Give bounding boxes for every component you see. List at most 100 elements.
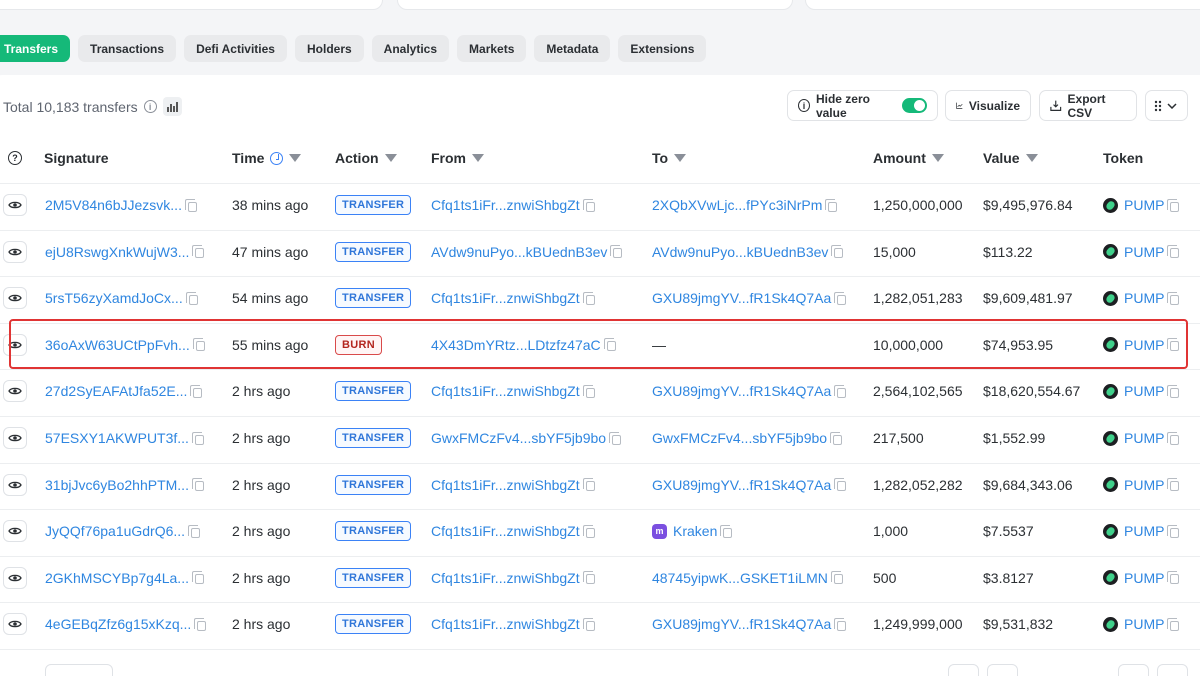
- copy-icon[interactable]: [582, 571, 595, 585]
- signature-link[interactable]: 2GKhMSCYBp7g4La...: [45, 570, 189, 586]
- export-csv-button[interactable]: Export CSV: [1039, 90, 1137, 121]
- tab-transactions[interactable]: Transactions: [78, 35, 177, 62]
- copy-icon[interactable]: [825, 198, 838, 212]
- copy-icon[interactable]: [191, 431, 204, 445]
- view-details-button[interactable]: [3, 613, 27, 636]
- to-address-link[interactable]: 48745yipwK...GSKET1iLMN: [652, 570, 828, 586]
- signature-link[interactable]: ejU8RswgXnkWujW3...: [45, 244, 189, 260]
- view-details-button[interactable]: [3, 194, 27, 216]
- copy-icon[interactable]: [582, 198, 595, 212]
- view-details-button[interactable]: [3, 240, 27, 263]
- to-address-link[interactable]: GXU89jmgYV...fR1Sk4Q7Aa: [652, 383, 831, 399]
- from-address-link[interactable]: Cfq1ts1iFr...znwiShbgZt: [431, 523, 580, 539]
- tab-defi-activities[interactable]: Defi Activities: [184, 35, 287, 62]
- filter-icon[interactable]: [289, 154, 302, 162]
- copy-icon[interactable]: [609, 431, 622, 445]
- copy-icon[interactable]: [190, 384, 203, 398]
- from-address-link[interactable]: Cfq1ts1iFr...znwiShbgZt: [431, 197, 580, 213]
- copy-icon[interactable]: [191, 571, 204, 585]
- clock-icon[interactable]: [270, 151, 284, 165]
- copy-icon[interactable]: [191, 478, 204, 492]
- copy-icon[interactable]: [720, 524, 733, 538]
- view-details-button[interactable]: [3, 566, 27, 589]
- more-options-button[interactable]: [1145, 90, 1188, 121]
- token-link[interactable]: PUMP: [1124, 616, 1164, 632]
- to-address-link[interactable]: 2XQbXVwLjc...fPYc3iNrPm: [652, 197, 822, 213]
- to-address-link[interactable]: AVdw9nuPyo...kBUednB3ev: [652, 244, 828, 260]
- from-address-link[interactable]: Cfq1ts1iFr...znwiShbgZt: [431, 290, 580, 306]
- page-size-select[interactable]: [45, 664, 113, 676]
- copy-icon[interactable]: [582, 617, 595, 631]
- pagination-next[interactable]: [1118, 664, 1149, 676]
- from-address-link[interactable]: GwxFMCzFv4...sbYF5jb9bo: [431, 430, 606, 446]
- visualize-button[interactable]: Visualize: [945, 90, 1031, 121]
- token-link[interactable]: PUMP: [1124, 570, 1164, 586]
- token-link[interactable]: PUMP: [1124, 244, 1164, 260]
- copy-icon[interactable]: [185, 291, 198, 305]
- copy-icon[interactable]: [1167, 617, 1180, 631]
- signature-link[interactable]: 2M5V84n6bJJezsvk...: [45, 197, 182, 213]
- copy-icon[interactable]: [184, 198, 197, 212]
- signature-link[interactable]: 5rsT56zyXamdJoCx...: [45, 290, 183, 306]
- view-details-button[interactable]: [3, 380, 27, 403]
- pagination-first[interactable]: [948, 664, 979, 676]
- from-address-link[interactable]: Cfq1ts1iFr...znwiShbgZt: [431, 383, 580, 399]
- tab-markets[interactable]: Markets: [457, 35, 527, 62]
- to-address-link[interactable]: GXU89jmgYV...fR1Sk4Q7Aa: [652, 290, 831, 306]
- filter-icon[interactable]: [674, 154, 687, 162]
- copy-icon[interactable]: [1167, 245, 1180, 259]
- copy-icon[interactable]: [582, 478, 595, 492]
- copy-icon[interactable]: [834, 478, 847, 492]
- copy-icon[interactable]: [1167, 384, 1180, 398]
- copy-icon[interactable]: [1167, 431, 1180, 445]
- tab-metadata[interactable]: Metadata: [534, 35, 611, 62]
- copy-icon[interactable]: [194, 617, 207, 631]
- copy-icon[interactable]: [1167, 478, 1180, 492]
- token-link[interactable]: PUMP: [1124, 290, 1164, 306]
- filter-icon[interactable]: [931, 154, 944, 162]
- signature-link[interactable]: 4eGEBqZfz6g15xKzq...: [45, 616, 191, 632]
- token-link[interactable]: PUMP: [1124, 477, 1164, 493]
- view-details-button[interactable]: [3, 473, 27, 496]
- copy-icon[interactable]: [192, 245, 205, 259]
- view-details-button[interactable]: [3, 520, 27, 543]
- copy-icon[interactable]: [582, 384, 595, 398]
- copy-icon[interactable]: [610, 245, 623, 259]
- copy-icon[interactable]: [830, 571, 843, 585]
- copy-icon[interactable]: [1167, 198, 1180, 212]
- copy-icon[interactable]: [1167, 291, 1180, 305]
- copy-icon[interactable]: [834, 384, 847, 398]
- signature-link[interactable]: 27d2SyEAFAtJfa52E...: [45, 383, 187, 399]
- info-icon[interactable]: i: [143, 100, 157, 113]
- tab-analytics[interactable]: Analytics: [371, 35, 450, 62]
- to-address-link[interactable]: GXU89jmgYV...fR1Sk4Q7Aa: [652, 477, 831, 493]
- tab-transfers[interactable]: Transfers: [0, 35, 71, 62]
- view-details-button[interactable]: [3, 427, 27, 449]
- toggle-switch[interactable]: [901, 98, 927, 113]
- pagination-last[interactable]: [1157, 664, 1188, 676]
- token-link[interactable]: PUMP: [1124, 523, 1164, 539]
- from-address-link[interactable]: AVdw9nuPyo...kBUednB3ev: [431, 244, 607, 260]
- to-address-link[interactable]: GXU89jmgYV...fR1Sk4Q7Aa: [652, 616, 831, 632]
- from-address-link[interactable]: Cfq1ts1iFr...znwiShbgZt: [431, 477, 580, 493]
- filter-icon[interactable]: [384, 154, 397, 162]
- from-address-link[interactable]: Cfq1ts1iFr...znwiShbgZt: [431, 616, 580, 632]
- copy-icon[interactable]: [834, 617, 847, 631]
- copy-icon[interactable]: [831, 245, 844, 259]
- copy-icon[interactable]: [582, 524, 595, 538]
- to-address-link[interactable]: GwxFMCzFv4...sbYF5jb9bo: [652, 430, 827, 446]
- token-link[interactable]: PUMP: [1124, 430, 1164, 446]
- copy-icon[interactable]: [188, 524, 201, 538]
- hide-zero-value-toggle[interactable]: i Hide zero value: [787, 90, 938, 121]
- filter-icon[interactable]: [472, 154, 484, 162]
- from-address-link[interactable]: Cfq1ts1iFr...znwiShbgZt: [431, 570, 580, 586]
- token-link[interactable]: PUMP: [1124, 383, 1164, 399]
- copy-icon[interactable]: [1167, 524, 1180, 538]
- help-icon[interactable]: ?: [8, 151, 22, 165]
- token-link[interactable]: PUMP: [1124, 197, 1164, 213]
- mini-chart-icon[interactable]: [162, 97, 182, 116]
- copy-icon[interactable]: [834, 291, 847, 305]
- view-details-button[interactable]: [3, 287, 27, 310]
- filter-icon[interactable]: [1025, 154, 1038, 162]
- pagination-prev[interactable]: [987, 664, 1018, 676]
